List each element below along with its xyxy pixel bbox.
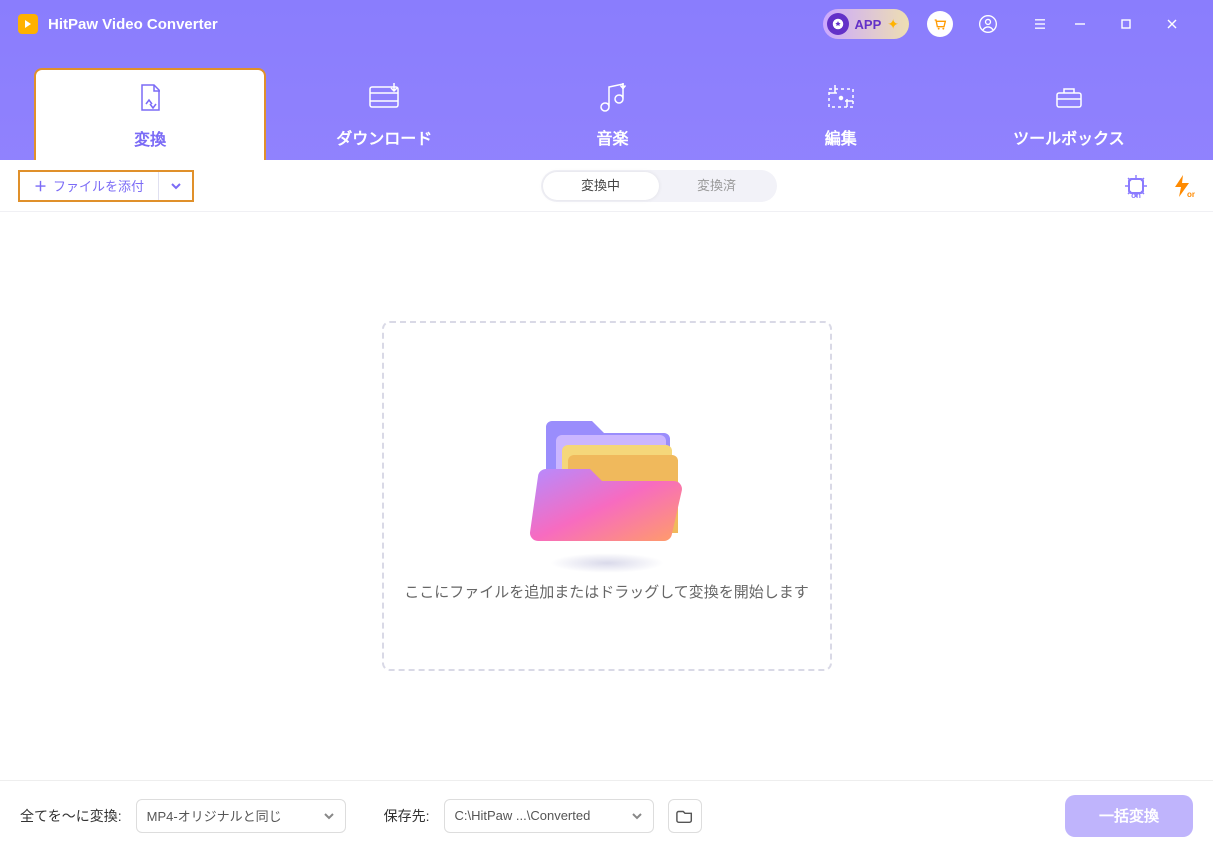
tab-label: ダウンロード	[336, 125, 432, 149]
account-button[interactable]	[971, 7, 1005, 41]
tab-music[interactable]: 音楽	[498, 68, 726, 160]
tab-label: 編集	[825, 125, 857, 149]
add-file-button[interactable]: ＋ ファイルを添付	[20, 172, 158, 200]
titlebar: HitPaw Video Converter APP ✦	[0, 0, 1213, 48]
segment-converting[interactable]: 変換中	[543, 172, 659, 200]
music-note-icon	[595, 79, 631, 115]
crop-icon	[823, 79, 859, 115]
cpu-accel-toggle[interactable]: on	[1123, 173, 1149, 199]
svg-text:on: on	[1131, 191, 1141, 199]
batch-convert-button[interactable]: 一括変換	[1065, 795, 1193, 837]
dropzone-hint: ここにファイルを追加またはドラッグして変換を開始します	[404, 581, 809, 602]
workspace: ここにファイルを追加またはドラッグして変換を開始します	[0, 212, 1213, 780]
toolbox-icon	[1051, 79, 1087, 115]
sparkle-icon: ✦	[887, 16, 899, 33]
cart-button[interactable]	[927, 11, 953, 37]
convert-all-label: 全てを～に変換:	[20, 806, 122, 826]
status-segmented-control: 変換中 変換済	[541, 170, 777, 202]
medal-icon	[827, 13, 849, 35]
filmstrip-download-icon	[366, 79, 402, 115]
add-file-button-group: ＋ ファイルを添付	[18, 170, 194, 202]
main-nav: 変換 ダウンロード 音楽 編集 ツールボックス	[0, 48, 1213, 160]
tab-download[interactable]: ダウンロード	[270, 68, 498, 160]
lightning-accel-toggle[interactable]: on	[1169, 173, 1195, 199]
tab-label: ツールボックス	[1013, 125, 1125, 149]
svg-text:on: on	[1187, 190, 1195, 199]
add-file-label: ファイルを添付	[53, 176, 144, 195]
app-promo-pill[interactable]: APP ✦	[823, 9, 909, 39]
format-select[interactable]: MP4-オリジナルと同じ	[136, 799, 346, 833]
window-minimize[interactable]	[1057, 8, 1103, 40]
save-to-label: 保存先:	[384, 806, 430, 826]
tab-toolbox[interactable]: ツールボックス	[955, 68, 1183, 160]
open-folder-button[interactable]	[668, 799, 702, 833]
window-close[interactable]	[1149, 8, 1195, 40]
app-logo-icon	[18, 14, 38, 34]
folder-stack-icon	[512, 391, 702, 551]
window-maximize[interactable]	[1103, 8, 1149, 40]
plus-icon: ＋	[34, 176, 47, 195]
tab-edit[interactable]: 編集	[727, 68, 955, 160]
batch-convert-label: 一括変換	[1099, 805, 1159, 826]
chevron-down-icon	[323, 810, 335, 822]
file-convert-icon	[132, 80, 168, 116]
tab-convert[interactable]: 変換	[34, 68, 266, 160]
add-file-dropdown[interactable]	[158, 172, 192, 200]
save-path-select[interactable]: C:\HitPaw ...\Converted	[444, 799, 654, 833]
app-title: HitPaw Video Converter	[48, 16, 218, 33]
content-area: ＋ ファイルを添付 変換中 変換済 on on	[0, 160, 1213, 850]
menu-button[interactable]	[1023, 7, 1057, 41]
footer-bar: 全てを～に変換: MP4-オリジナルと同じ 保存先: C:\HitPaw ...…	[0, 780, 1213, 850]
tab-label: 変換	[134, 126, 166, 150]
save-path-value: C:\HitPaw ...\Converted	[455, 808, 591, 823]
dropzone[interactable]: ここにファイルを追加またはドラッグして変換を開始します	[382, 321, 832, 671]
tab-label: 音楽	[597, 125, 629, 149]
chevron-down-icon	[631, 810, 643, 822]
subbar: ＋ ファイルを添付 変換中 変換済 on on	[0, 160, 1213, 212]
segment-converted[interactable]: 変換済	[659, 172, 775, 200]
format-value: MP4-オリジナルと同じ	[147, 806, 282, 825]
